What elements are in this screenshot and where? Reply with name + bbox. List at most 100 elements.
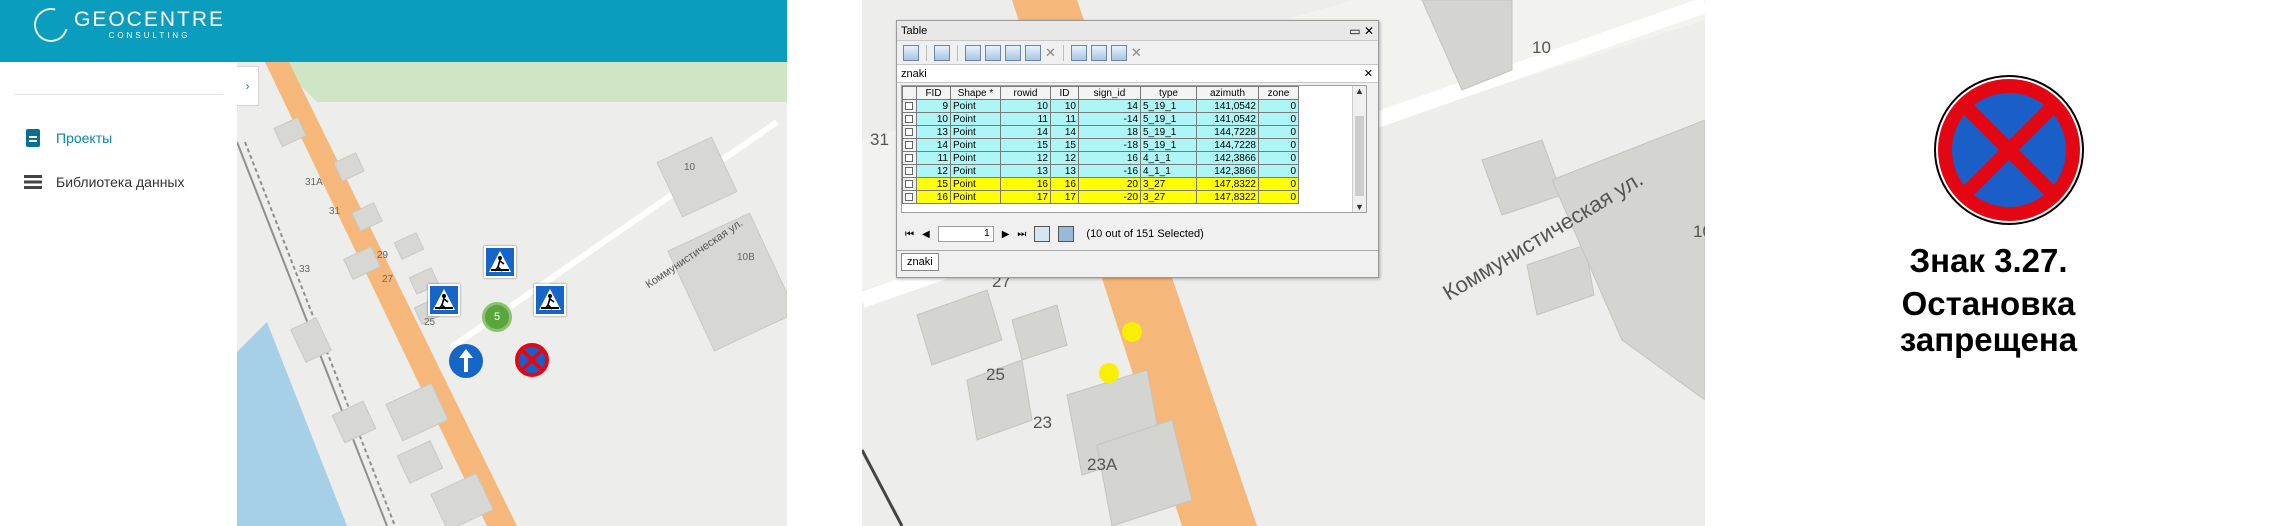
sidebar-item-data-library[interactable]: Библиотека данных — [22, 172, 185, 192]
table-cell-shape[interactable]: Point — [950, 138, 1001, 152]
table-cell-shape[interactable]: Point — [950, 177, 1001, 191]
table-cell-zone[interactable]: 0 — [1258, 190, 1299, 204]
table-cell-rowid[interactable]: 13 — [1000, 164, 1051, 178]
table-cell-zone[interactable]: 0 — [1258, 177, 1299, 191]
selected-point-marker[interactable] — [1099, 363, 1119, 383]
previous-record-button[interactable]: ◀ — [922, 229, 930, 240]
scroll-down-icon[interactable]: ▼ — [1355, 202, 1364, 212]
table-cell-fid[interactable]: 13 — [916, 125, 951, 139]
table-cell-shape[interactable]: Point — [950, 164, 1001, 178]
table-cell-sign-id[interactable]: -16 — [1078, 164, 1141, 178]
maximize-icon[interactable]: ▭ — [1349, 24, 1360, 38]
row-selector-header[interactable] — [902, 86, 917, 100]
column-header-type[interactable]: type — [1140, 86, 1197, 100]
table-cell-id[interactable]: 11 — [1050, 112, 1079, 126]
record-number-input[interactable]: 1 — [937, 226, 994, 242]
table-cell-zone[interactable]: 0 — [1258, 138, 1299, 152]
map-view[interactable]: 31A 31 29 33 27 25 10 10B Коммунистическ… — [237, 62, 787, 526]
table-cell-id[interactable]: 15 — [1050, 138, 1079, 152]
table-cell-rowid[interactable]: 16 — [1000, 177, 1051, 191]
table-row[interactable]: 10 Point 11 11 -14 5_19_1 141,0542 0 — [902, 112, 1299, 126]
row-selector[interactable] — [902, 151, 917, 165]
table-cell-zone[interactable]: 0 — [1258, 125, 1299, 139]
table-copy-button[interactable] — [1070, 44, 1087, 61]
table-cell-azimuth[interactable]: 147,8322 — [1196, 177, 1259, 191]
table-row[interactable]: 11 Point 12 12 16 4_1_1 142,3866 0 — [902, 151, 1299, 165]
show-all-records-button[interactable] — [1034, 226, 1051, 242]
table-cell-azimuth[interactable]: 144,7228 — [1196, 125, 1259, 139]
table-cell-sign-id[interactable]: -20 — [1078, 190, 1141, 204]
table-row[interactable]: 9 Point 10 10 14 5_19_1 141,0542 0 — [902, 99, 1299, 113]
row-selector[interactable] — [902, 112, 917, 126]
bottom-layer-tab[interactable]: znaki — [901, 253, 939, 271]
table-cell-rowid[interactable]: 12 — [1000, 151, 1051, 165]
sidebar-toggle-button[interactable]: › — [237, 66, 259, 106]
table-cell-type[interactable]: 3_27 — [1140, 190, 1197, 204]
attribute-grid[interactable]: FID Shape * rowid ID sign_id type azimut… — [901, 85, 1367, 213]
pedestrian-crossing-sign-icon[interactable] — [534, 284, 566, 316]
table-cell-type[interactable]: 5_19_1 — [1140, 112, 1197, 126]
zoom-to-selected-button[interactable] — [1025, 44, 1041, 61]
table-cell-rowid[interactable]: 10 — [1000, 99, 1051, 113]
sidebar-item-projects[interactable]: Проекты — [22, 128, 112, 148]
table-row[interactable]: 15 Point 16 16 20 3_27 147,8322 0 — [902, 177, 1299, 191]
table-cell-shape[interactable]: Point — [950, 151, 1001, 165]
table-cell-id[interactable]: 13 — [1050, 164, 1079, 178]
no-stopping-sign-icon[interactable] — [515, 343, 549, 382]
column-header-sign-id[interactable]: sign_id — [1078, 86, 1141, 100]
table-cell-type[interactable]: 4_1_1 — [1140, 164, 1197, 178]
table-cell-sign-id[interactable]: 20 — [1078, 177, 1141, 191]
column-header-rowid[interactable]: rowid — [1000, 86, 1051, 100]
table-cell-id[interactable]: 17 — [1050, 190, 1079, 204]
table-cell-fid[interactable]: 12 — [916, 164, 951, 178]
green-circle-marker-icon[interactable]: 5 — [482, 302, 512, 332]
table-cell-azimuth[interactable]: 141,0542 — [1196, 112, 1259, 126]
last-record-button[interactable]: ⏭ — [1017, 229, 1026, 240]
column-header-zone[interactable]: zone — [1258, 86, 1299, 100]
table-cell-zone[interactable]: 0 — [1258, 99, 1299, 113]
column-header-azimuth[interactable]: azimuth — [1196, 86, 1259, 100]
table-cell-id[interactable]: 16 — [1050, 177, 1079, 191]
table-cell-rowid[interactable]: 15 — [1000, 138, 1051, 152]
table-cell-fid[interactable]: 9 — [916, 99, 951, 113]
select-by-attributes-button[interactable] — [965, 44, 981, 61]
table-cell-rowid[interactable]: 11 — [1000, 112, 1051, 126]
column-header-fid[interactable]: FID — [916, 86, 951, 100]
table-cell-rowid[interactable]: 14 — [1000, 125, 1051, 139]
scroll-thumb[interactable] — [1355, 116, 1364, 196]
delete-selected-icon[interactable]: ✕ — [1045, 45, 1056, 61]
logo[interactable]: GEOCENTRE CONSULTING — [27, 1, 225, 49]
close-icon[interactable]: ✕ — [1364, 24, 1374, 38]
column-header-id[interactable]: ID — [1050, 86, 1079, 100]
table-cell-azimuth[interactable]: 142,3866 — [1196, 164, 1259, 178]
table-cell-azimuth[interactable]: 144,7228 — [1196, 138, 1259, 152]
table-cell-fid[interactable]: 16 — [916, 190, 951, 204]
first-record-button[interactable]: ⏮ — [905, 229, 914, 240]
row-selector[interactable] — [902, 125, 917, 139]
switch-selection-button[interactable] — [985, 44, 1001, 61]
table-cell-sign-id[interactable]: 14 — [1078, 99, 1141, 113]
table-export-button[interactable] — [1110, 44, 1127, 61]
table-cell-id[interactable]: 10 — [1050, 99, 1079, 113]
table-cell-azimuth[interactable]: 141,0542 — [1196, 99, 1259, 113]
table-cell-id[interactable]: 12 — [1050, 151, 1079, 165]
clear-selection-button[interactable] — [1005, 44, 1021, 61]
pedestrian-crossing-sign-icon[interactable] — [428, 284, 460, 316]
table-cell-sign-id[interactable]: -14 — [1078, 112, 1141, 126]
table-row[interactable]: 16 Point 17 17 -20 3_27 147,8322 0 — [902, 190, 1299, 204]
table-window-titlebar[interactable]: Table ▭ ✕ — [897, 21, 1378, 41]
delete-field-icon[interactable]: ✕ — [1131, 45, 1142, 61]
table-cell-sign-id[interactable]: 18 — [1078, 125, 1141, 139]
table-cell-shape[interactable]: Point — [950, 125, 1001, 139]
table-cell-fid[interactable]: 11 — [916, 151, 951, 165]
table-cell-rowid[interactable]: 17 — [1000, 190, 1051, 204]
table-paste-button[interactable] — [1090, 44, 1107, 61]
table-cell-azimuth[interactable]: 147,8322 — [1196, 190, 1259, 204]
table-cell-sign-id[interactable]: 16 — [1078, 151, 1141, 165]
table-cell-type[interactable]: 5_19_1 — [1140, 99, 1197, 113]
table-cell-shape[interactable]: Point — [950, 112, 1001, 126]
table-cell-zone[interactable]: 0 — [1258, 151, 1299, 165]
row-selector[interactable] — [902, 138, 917, 152]
column-header-shape[interactable]: Shape * — [950, 86, 1001, 100]
table-cell-type[interactable]: 5_19_1 — [1140, 138, 1197, 152]
